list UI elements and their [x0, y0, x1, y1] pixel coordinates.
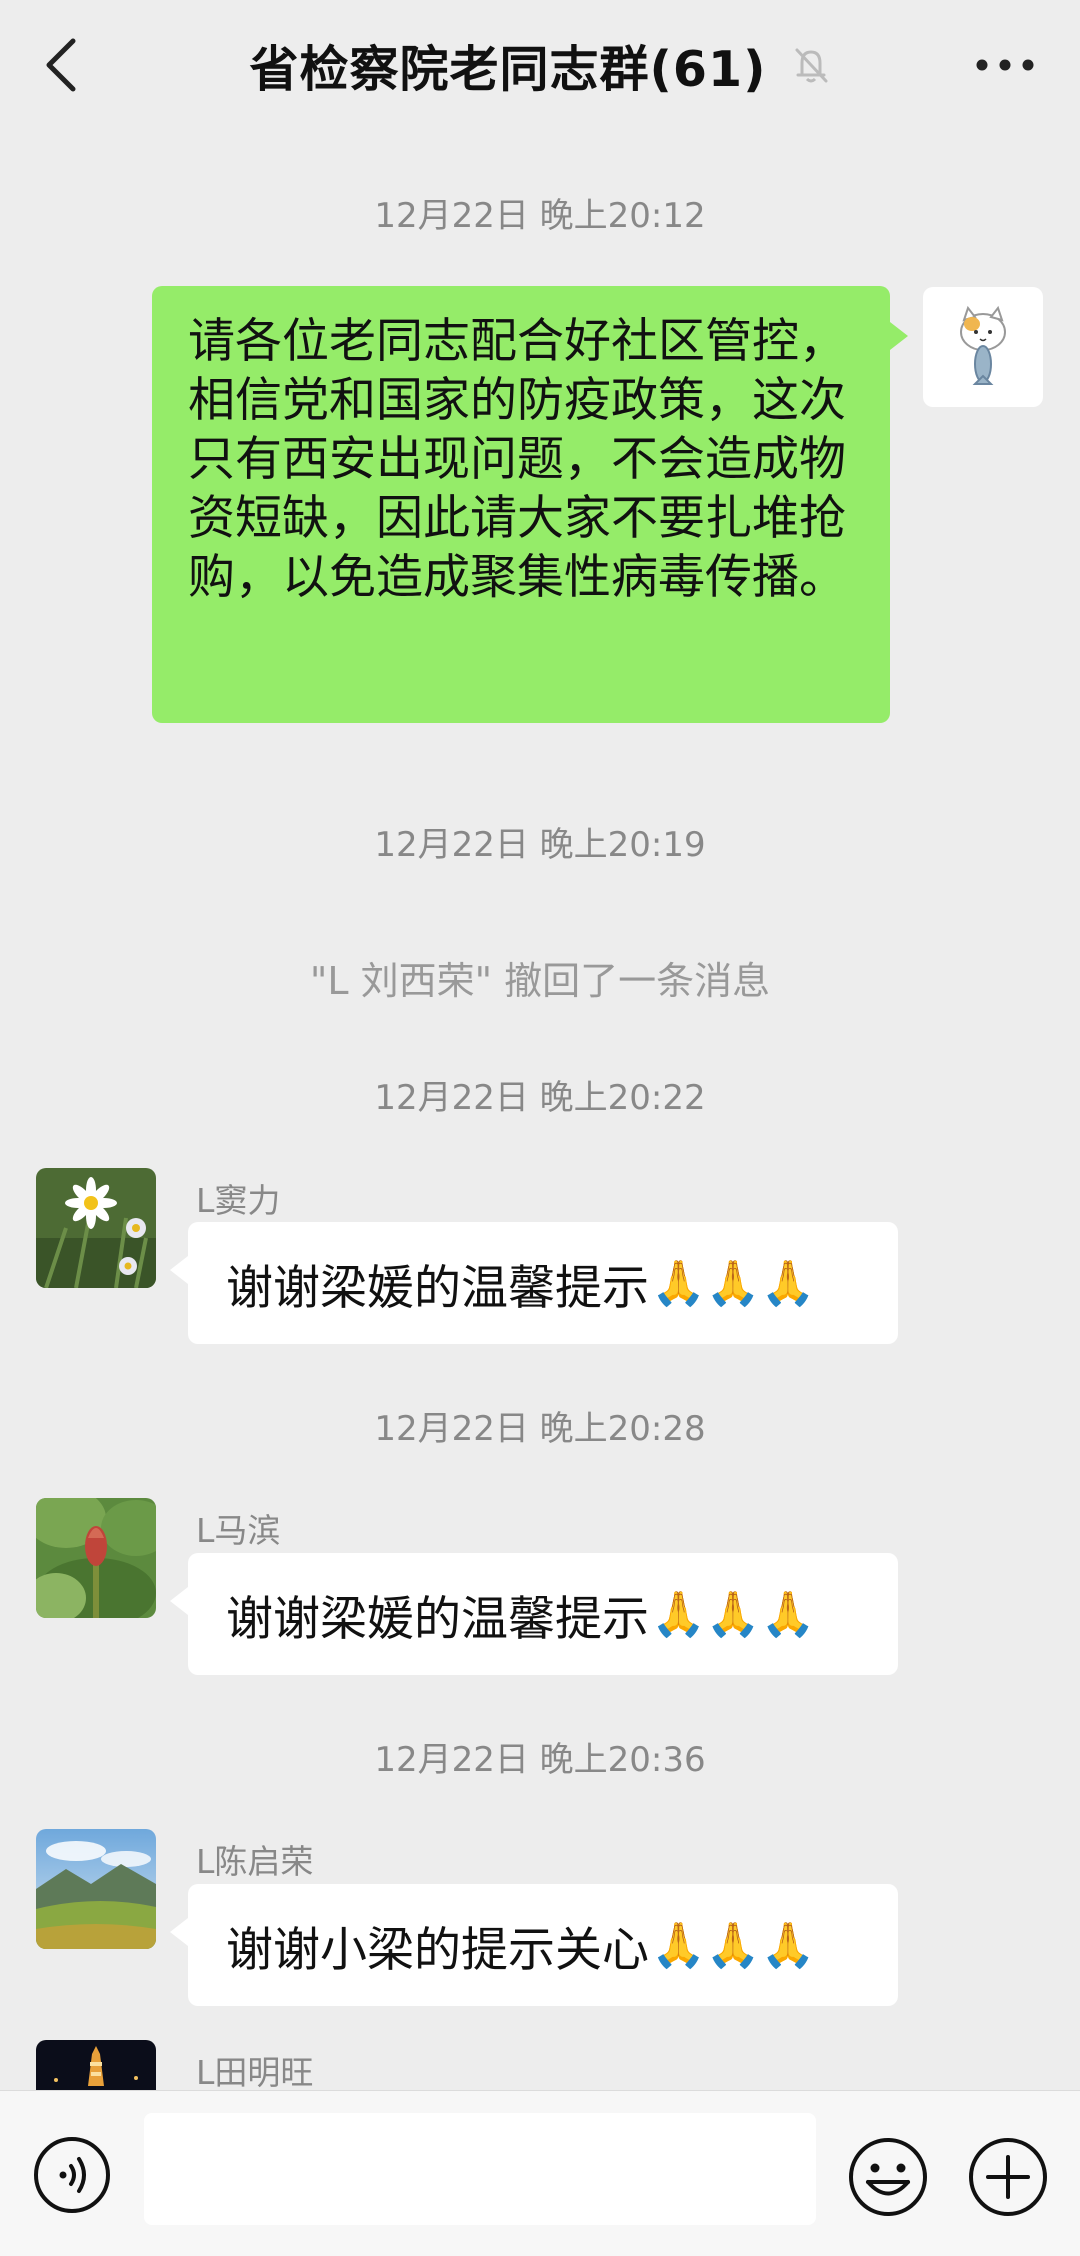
self-avatar[interactable]: [923, 287, 1043, 407]
timestamp: 12月22日 晚上20:28: [374, 1409, 706, 1449]
message-bubble[interactable]: 谢谢梁媛的温馨提示 🙏🙏🙏: [170, 1553, 898, 1675]
message-text: 谢谢梁媛的温馨提示: [226, 1260, 649, 1316]
chat-title[interactable]: 省检察院老同志群(61): [250, 30, 767, 101]
avatar-landscape[interactable]: [36, 1829, 156, 1949]
message-text: 谢谢梁媛的温馨提示: [226, 1591, 649, 1647]
praying-hands-icon: 🙏🙏🙏: [651, 1920, 816, 1971]
timestamp: 12月22日 晚上20:19: [374, 825, 706, 865]
recall-notice: "L 刘西荣" 撤回了一条消息: [309, 959, 771, 1003]
timestamp: 12月22日 晚上20:36: [374, 1740, 706, 1780]
sender-name: L马滨: [196, 1511, 281, 1550]
more-options-button[interactable]: [970, 40, 1040, 90]
voice-button[interactable]: [32, 2135, 112, 2215]
avatar-lotus[interactable]: [36, 1498, 156, 1618]
more-dots-icon: [976, 59, 1034, 71]
plus-circle-icon: [969, 2138, 1047, 2216]
timestamp: 12月22日 晚上20:12: [374, 196, 706, 236]
praying-hands-icon: 🙏🙏🙏: [651, 1589, 816, 1640]
avatar-night-tower[interactable]: [36, 2040, 156, 2090]
voice-icon: [34, 2137, 110, 2213]
chat-header: 省检察院老同志群(61): [0, 0, 1080, 130]
bell-off-icon: [792, 45, 830, 85]
praying-hands-icon: 🙏🙏🙏: [651, 1258, 816, 1309]
more-actions-button[interactable]: [966, 2135, 1050, 2219]
sender-name: L窦力: [196, 1181, 281, 1220]
title-area: 省检察院老同志群(61): [0, 30, 1080, 100]
cat-fish-avatar-icon: [960, 305, 1006, 385]
avatar-daisy[interactable]: [36, 1168, 156, 1288]
smiley-icon: [849, 2138, 927, 2216]
timestamp: 12月22日 晚上20:22: [374, 1078, 706, 1118]
message-bubble[interactable]: 谢谢梁媛的温馨提示 🙏🙏🙏: [170, 1222, 898, 1344]
sender-name: L陈启荣: [196, 1842, 314, 1881]
input-bar: [0, 2090, 1080, 2256]
message-bubble[interactable]: 谢谢小梁的提示关心 🙏🙏🙏: [170, 1884, 898, 2006]
self-message-bubble[interactable]: 请各位老同志配合好社区管控，相信党和国家的防疫政策，这次只有西安出现问题，不会造…: [152, 286, 908, 723]
sender-name: L田明旺: [196, 2053, 314, 2092]
message-input[interactable]: [144, 2113, 816, 2225]
emoji-button[interactable]: [846, 2135, 930, 2219]
message-text: 谢谢小梁的提示关心: [226, 1922, 649, 1978]
